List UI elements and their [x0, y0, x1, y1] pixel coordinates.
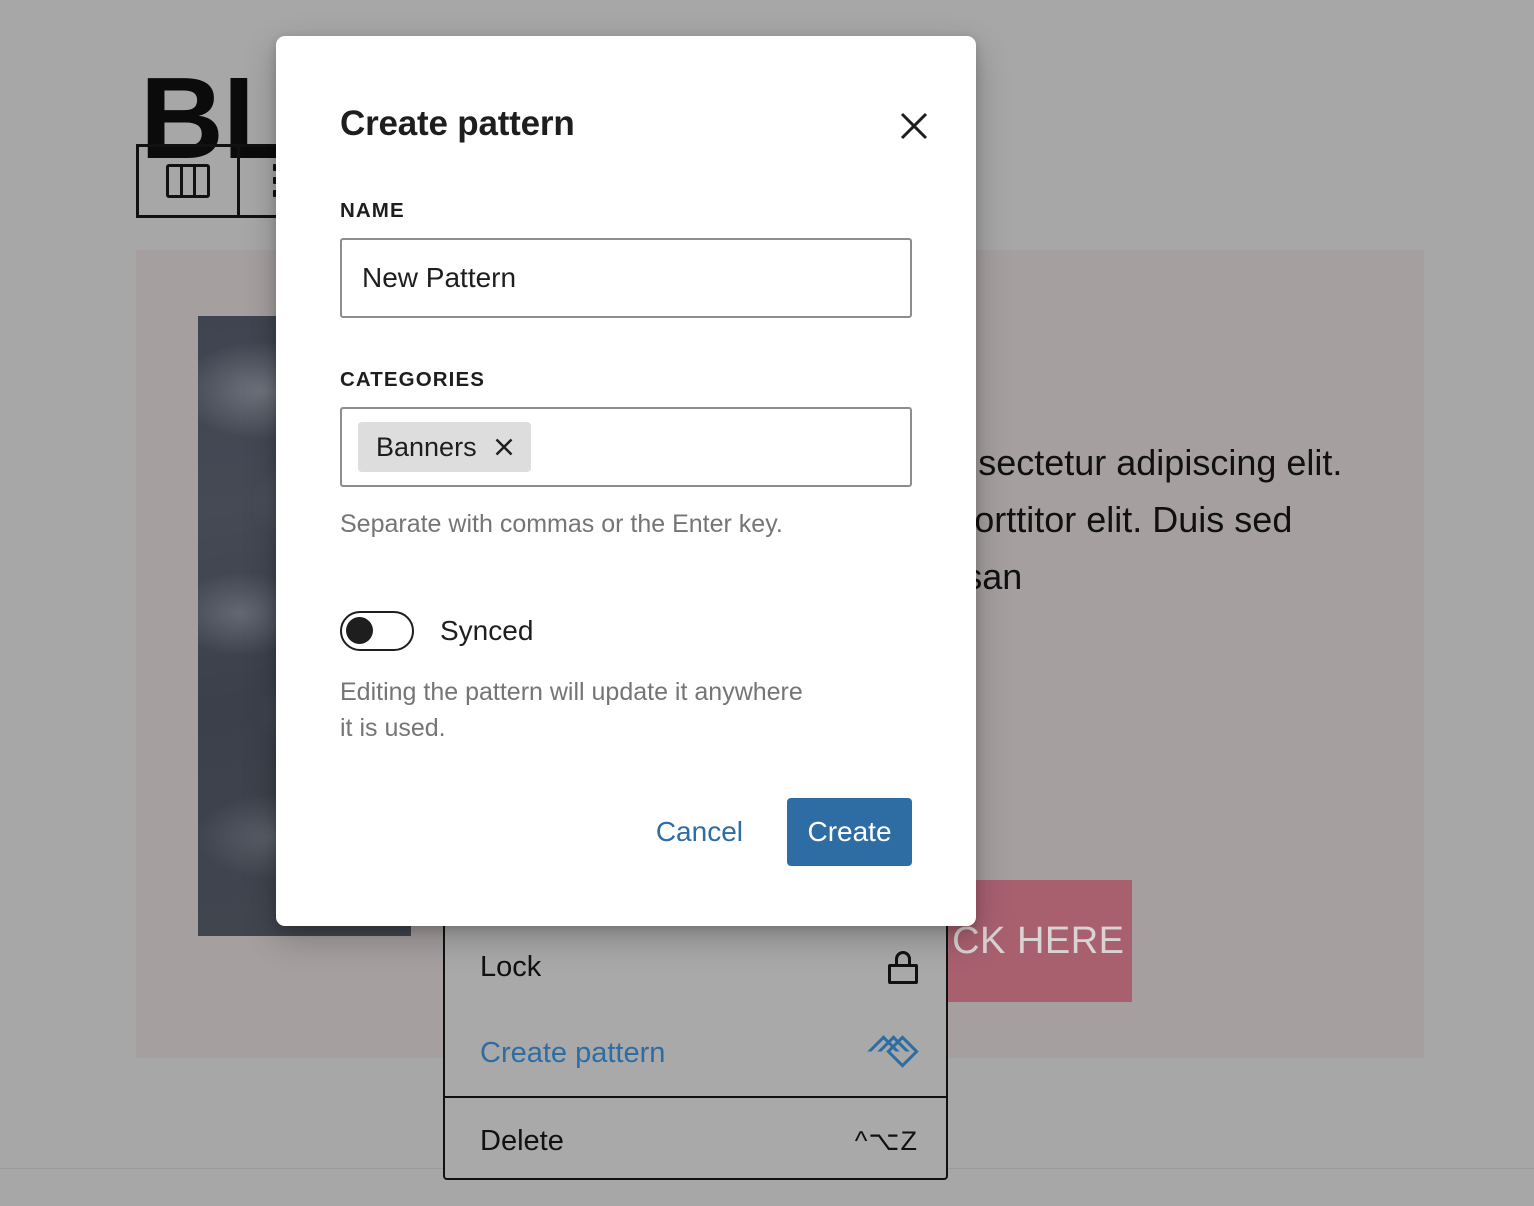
close-button[interactable]: [886, 98, 942, 154]
menu-item-delete[interactable]: Delete ^⌥Z: [445, 1098, 946, 1180]
columns-block-button[interactable]: [139, 147, 237, 215]
name-field: NAME: [276, 199, 976, 318]
toggle-knob: [346, 617, 373, 644]
menu-group-primary: Lock Create pattern: [445, 924, 946, 1096]
menu-item-delete-label: Delete: [480, 1125, 855, 1158]
synced-help-text: Editing the pattern will update it anywh…: [276, 674, 876, 746]
synced-label: Synced: [440, 615, 533, 647]
categories-input[interactable]: Banners: [340, 407, 912, 487]
categories-help-text: Separate with commas or the Enter key.: [340, 510, 912, 539]
create-pattern-modal: Create pattern NAME CATEGORIES Banners: [276, 36, 976, 926]
modal-header: Create pattern: [276, 36, 976, 154]
cancel-button[interactable]: Cancel: [640, 804, 759, 860]
block-options-menu[interactable]: Lock Create pattern Delete ^⌥Z: [443, 922, 948, 1180]
menu-item-lock[interactable]: Lock: [445, 924, 946, 1010]
menu-group-destructive: Delete ^⌥Z: [445, 1096, 946, 1180]
remove-category-button[interactable]: [493, 436, 515, 458]
menu-item-delete-shortcut: ^⌥Z: [855, 1126, 918, 1157]
modal-footer: Cancel Create: [276, 798, 912, 866]
lock-icon: [888, 951, 918, 984]
synced-toggle[interactable]: [340, 611, 414, 651]
name-input[interactable]: [340, 238, 912, 318]
synced-row: Synced: [276, 611, 976, 651]
editor-canvas: BLA HEADLINE Lorem ipsum dolor sit amet,…: [0, 0, 1534, 1206]
page-title: Create pattern: [340, 104, 575, 144]
categories-label: CATEGORIES: [340, 368, 912, 392]
menu-item-create-pattern[interactable]: Create pattern: [445, 1010, 946, 1096]
name-label: NAME: [340, 199, 912, 223]
menu-item-create-pattern-label: Create pattern: [480, 1037, 872, 1070]
category-token-label: Banners: [376, 432, 477, 463]
close-icon: [897, 109, 931, 143]
close-icon: [493, 436, 515, 458]
menu-item-lock-label: Lock: [480, 951, 888, 984]
category-token[interactable]: Banners: [358, 422, 531, 472]
pattern-icon: [872, 1035, 918, 1071]
create-button[interactable]: Create: [787, 798, 912, 866]
categories-field: CATEGORIES Banners Separate with commas …: [276, 368, 976, 539]
columns-icon: [166, 164, 210, 198]
